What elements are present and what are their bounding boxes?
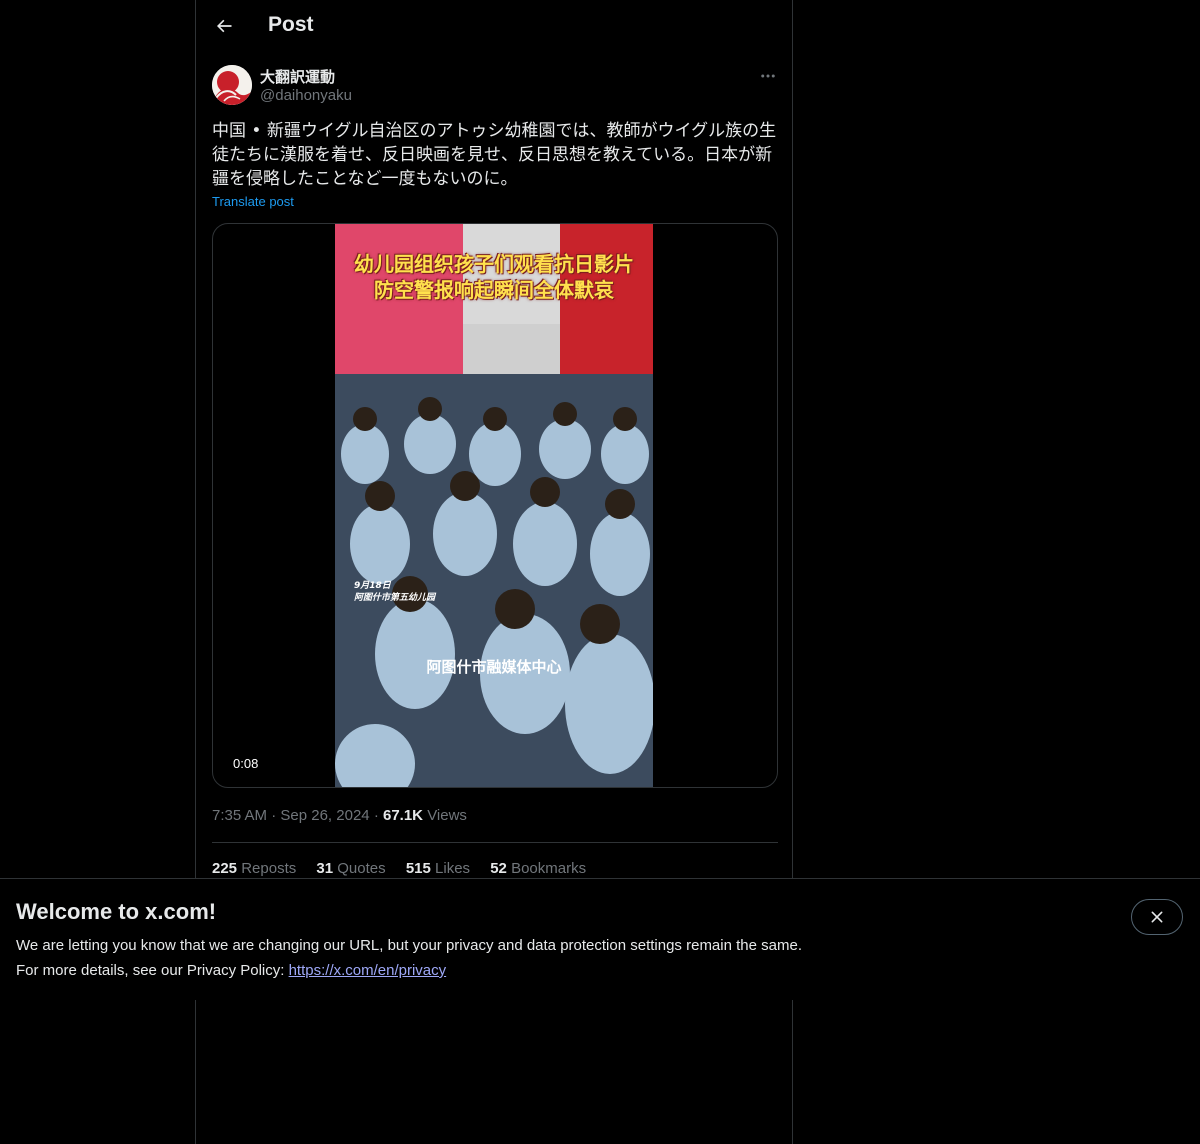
reposts-count: 225 <box>212 860 238 877</box>
more-icon <box>761 74 775 78</box>
video-overlay-place: 阿图什市第五幼儿园 <box>354 593 436 603</box>
close-banner-button[interactable] <box>1131 899 1183 935</box>
video-caption-line2: 防空警报响起瞬间全体默哀 <box>374 278 614 302</box>
quotes-count: 31 <box>316 860 334 877</box>
meta-separator: · <box>271 807 281 824</box>
privacy-policy-link[interactable]: https://x.com/en/privacy <box>289 962 447 979</box>
post-meta: 7:35 AM · Sep 26, 2024 · 67.1K Views <box>212 807 467 824</box>
banner-policy-prefix: For more details, see our Privacy Policy… <box>16 962 289 979</box>
bookmarks-stat[interactable]: 52 Bookmarks <box>490 860 586 877</box>
video-scene-image <box>335 224 653 787</box>
translate-post-link[interactable]: Translate post <box>212 194 294 209</box>
quotes-label: Quotes <box>337 860 386 877</box>
welcome-banner: Welcome to x.com! We are letting you kno… <box>0 878 1200 1000</box>
quotes-stat[interactable]: 31 Quotes <box>316 860 385 877</box>
more-button[interactable] <box>756 64 780 88</box>
post-time[interactable]: 7:35 AM <box>212 807 267 824</box>
views-label: Views <box>427 807 467 824</box>
banner-message: We are letting you know that we are chan… <box>16 937 802 954</box>
video-frame: 幼儿园组织孩子们观看抗日影片 防空警报响起瞬间全体默哀 9月18日 阿图什市第五… <box>335 224 653 787</box>
video-watermark: 阿图什市融媒体中心 <box>426 658 562 676</box>
author-display-name[interactable]: 大翻訳運動 <box>260 66 335 87</box>
post-date[interactable]: Sep 26, 2024 <box>280 807 369 824</box>
likes-count: 515 <box>405 860 431 877</box>
back-button[interactable] <box>206 8 242 44</box>
arrow-left-icon <box>217 19 232 33</box>
meta-separator: · <box>373 807 383 824</box>
video-player[interactable]: 幼儿园组织孩子们观看抗日影片 防空警报响起瞬间全体默哀 9月18日 阿图什市第五… <box>212 223 778 788</box>
post-header: Post <box>196 0 794 54</box>
banner-policy-line: For more details, see our Privacy Policy… <box>16 962 446 979</box>
avatar[interactable] <box>212 65 252 105</box>
post-text: 中国 • 新疆ウイグル自治区のアトゥシ幼稚園では、教師がウイグル族の生 徒たちに… <box>212 121 777 189</box>
video-duration-badge: 0:08 <box>225 754 267 773</box>
likes-stat[interactable]: 515 Likes <box>406 860 470 877</box>
views-count: 67.1K <box>382 807 424 824</box>
page-title: Post <box>268 13 314 36</box>
post-stats: 225 Reposts 31 Quotes 515 Likes 52 Bookm… <box>212 860 602 877</box>
likes-label: Likes <box>435 860 471 877</box>
author-handle[interactable]: @daihonyaku <box>260 87 352 104</box>
divider <box>212 842 778 843</box>
reposts-label: Reposts <box>241 860 297 877</box>
bookmarks-count: 52 <box>490 860 507 877</box>
reposts-stat[interactable]: 225 Reposts <box>212 860 296 877</box>
bookmarks-label: Bookmarks <box>511 860 587 877</box>
video-caption-line1: 幼儿园组织孩子们观看抗日影片 <box>354 252 634 276</box>
banner-title: Welcome to x.com! <box>16 899 217 924</box>
avatar-wave-icon <box>212 65 252 105</box>
close-icon <box>1151 911 1163 923</box>
